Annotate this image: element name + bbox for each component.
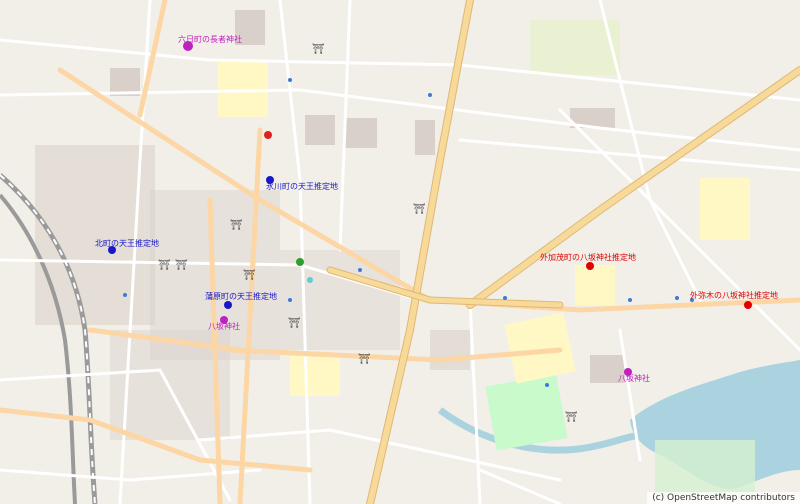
tenno-marker-hikawa[interactable]: 氷川町の天王推定地 bbox=[266, 176, 338, 191]
svg-text:⛩: ⛩ bbox=[288, 317, 301, 329]
tenno-label-hikawa: 氷川町の天王推定地 bbox=[266, 181, 338, 191]
map-layer: ⛩ ⛩ ⛩ ⛩ ⛩ ⛩ ⛩ ⛩ ⛩ 六日町の長者神社 氷川町の天王推定地 北町の天王推定… bbox=[0, 0, 800, 504]
yasaka-label-sotokamachi: 外加茂町の八坂神社推定地 bbox=[540, 252, 636, 262]
hospital-icon bbox=[264, 131, 272, 139]
school-zone bbox=[575, 265, 615, 305]
svg-text:⛩: ⛩ bbox=[312, 43, 325, 55]
tenno-label-kitamachi: 北町の天王推定地 bbox=[95, 238, 159, 248]
yasaka-marker-sotokamachi[interactable]: 外加茂町の八坂神社推定地 bbox=[540, 252, 636, 270]
park-area bbox=[655, 440, 755, 495]
svg-text:⛩: ⛩ bbox=[175, 259, 188, 271]
svg-text:⛩: ⛩ bbox=[158, 259, 171, 271]
svg-text:⛩: ⛩ bbox=[230, 219, 243, 231]
yasaka-shrine-label-town: 八坂神社 bbox=[208, 321, 240, 331]
svg-text:⛩: ⛩ bbox=[358, 353, 371, 365]
school-zone bbox=[504, 312, 576, 384]
shrine-marker-nagasaki[interactable]: 六日町の長者神社 bbox=[178, 34, 242, 51]
svg-text:⛩: ⛩ bbox=[243, 269, 256, 281]
park-icon bbox=[296, 258, 304, 266]
svg-text:⛩: ⛩ bbox=[565, 411, 578, 423]
school-zone bbox=[290, 356, 340, 396]
shrine-label-nagasaki: 六日町の長者神社 bbox=[178, 34, 242, 44]
tenno-label-kanbara: 蒲原町の天王推定地 bbox=[205, 291, 277, 301]
yasaka-shrine-label-east: 八坂神社 bbox=[618, 373, 650, 383]
park-icon bbox=[307, 277, 313, 283]
map-canvas[interactable]: ⛩ ⛩ ⛩ ⛩ ⛩ ⛩ ⛩ ⛩ ⛩ 六日町の長者神社 氷川町の天王推定地 北町の天王推定… bbox=[0, 0, 800, 504]
school-zone bbox=[700, 178, 750, 240]
svg-text:⛩: ⛩ bbox=[413, 203, 426, 215]
map-attribution: (c) OpenStreetMap contributors bbox=[647, 492, 800, 504]
yasaka-label-sotohigiki: 外弥木の八坂神社推定地 bbox=[690, 290, 778, 300]
park-area bbox=[485, 374, 568, 451]
